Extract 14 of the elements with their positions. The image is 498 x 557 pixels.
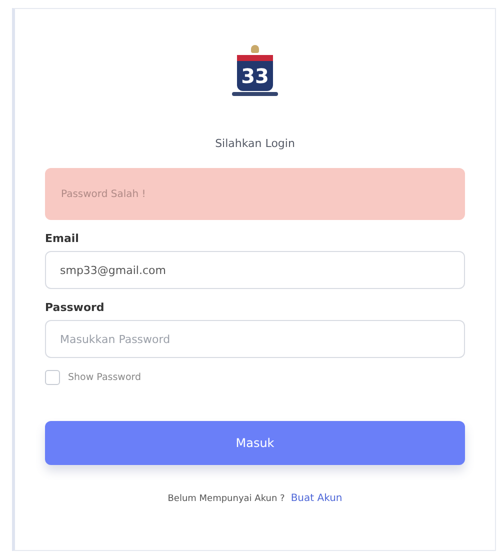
email-field[interactable]: smp33@gmail.com <box>45 251 465 289</box>
logo-number: 33 <box>237 61 273 91</box>
password-field[interactable]: Masukkan Password <box>45 320 465 358</box>
signup-link[interactable]: Buat Akun <box>290 493 342 504</box>
subtitle: Silahkan Login <box>215 137 295 150</box>
checkbox-label: Show Password <box>68 372 142 383</box>
field-label: Password <box>45 301 106 314</box>
footer-text: Belum Mempunyai Akun ? <box>168 494 285 504</box>
logo-banner <box>237 55 273 61</box>
error-alert: Password Salah ! <box>45 168 465 220</box>
login-button[interactable]: Masuk <box>45 421 465 465</box>
logo-base <box>232 92 278 96</box>
field-label: Email <box>45 232 80 245</box>
checkbox[interactable] <box>45 370 60 385</box>
